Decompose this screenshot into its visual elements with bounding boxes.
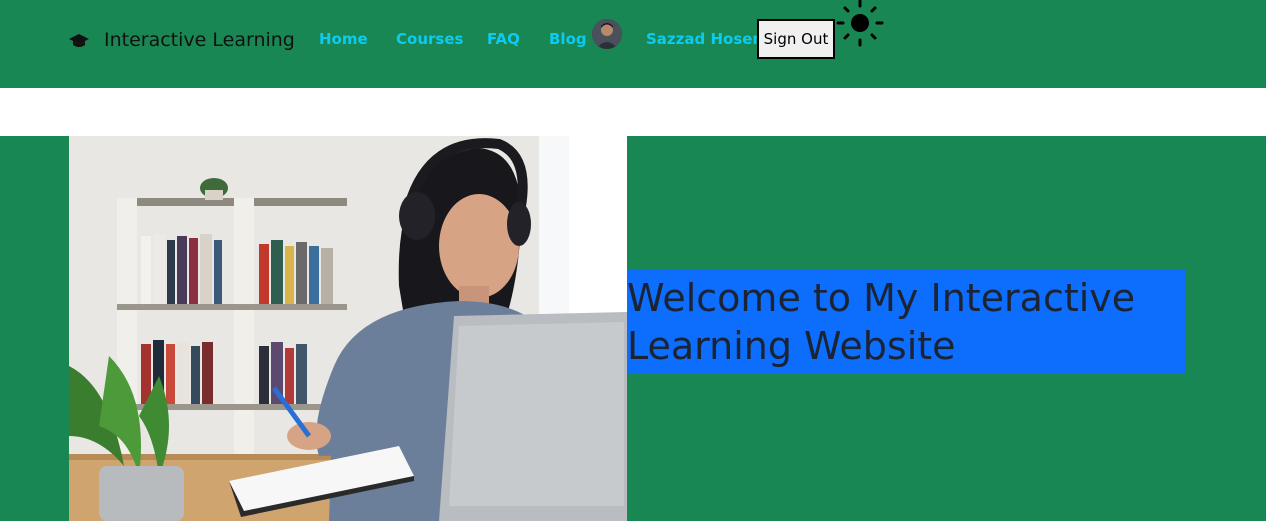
nav-link-faq[interactable]: FAQ	[487, 30, 520, 48]
hero-title: Welcome to My Interactive Learning Websi…	[627, 276, 1136, 368]
hero-section: Welcome to My Interactive Learning Websi…	[0, 136, 1266, 521]
navbar: Interactive Learning Home Courses FAQ Bl…	[0, 0, 1266, 88]
brand-link[interactable]: Interactive Learning	[68, 28, 295, 52]
nav-link-blog[interactable]: Blog	[549, 30, 587, 48]
hero-image	[69, 136, 627, 521]
nav-link-home[interactable]: Home	[319, 30, 368, 48]
sign-out-button[interactable]: Sign Out	[757, 19, 835, 59]
spacer-band	[0, 88, 1266, 136]
sun-icon[interactable]	[835, 0, 885, 48]
brand-text: Interactive Learning	[104, 29, 295, 51]
hero-title-box: Welcome to My Interactive Learning Websi…	[627, 270, 1185, 374]
nav-link-courses[interactable]: Courses	[396, 30, 463, 48]
user-name[interactable]: Sazzad Hosen	[646, 30, 763, 48]
user-avatar[interactable]	[592, 19, 622, 49]
graduation-cap-icon	[68, 32, 90, 48]
